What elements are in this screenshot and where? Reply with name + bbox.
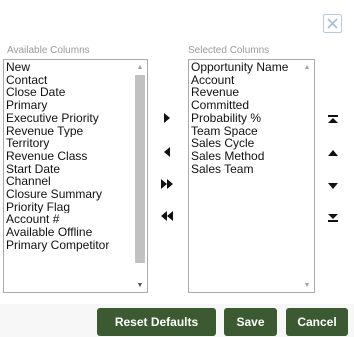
list-item[interactable]: Account <box>190 74 300 87</box>
list-item[interactable]: Committed <box>190 99 300 112</box>
move-all-left-button[interactable] <box>156 205 178 227</box>
list-item[interactable]: Revenue <box>190 86 300 99</box>
list-item[interactable]: Opportunity Name <box>190 61 300 74</box>
move-left-icon <box>164 147 170 157</box>
move-all-right-button[interactable] <box>156 173 178 195</box>
list-item[interactable]: Priority Flag <box>5 201 133 214</box>
cancel-button[interactable]: Cancel <box>286 308 348 336</box>
move-to-bottom-icon <box>328 214 338 222</box>
list-item[interactable]: Primary <box>5 99 133 112</box>
move-right-icon <box>164 113 170 123</box>
list-item[interactable]: Channel <box>5 175 133 188</box>
move-down-button[interactable] <box>322 175 344 197</box>
selected-scrollbar[interactable]: ▲ ▼ <box>300 60 314 292</box>
list-item[interactable]: Executive Priority <box>5 112 133 125</box>
move-to-bottom-button[interactable] <box>322 207 344 229</box>
list-item[interactable]: Territory <box>5 137 133 150</box>
close-x-icon <box>327 18 338 29</box>
move-to-top-icon <box>328 115 338 123</box>
move-up-button[interactable] <box>322 142 344 164</box>
save-button[interactable]: Save <box>224 308 277 336</box>
list-item[interactable]: Revenue Type <box>5 125 133 138</box>
scroll-down-arrow-icon[interactable]: ▼ <box>300 278 314 292</box>
close-button[interactable] <box>323 14 342 33</box>
move-left-button[interactable] <box>156 141 178 163</box>
list-item[interactable]: Team Space <box>190 125 300 138</box>
move-to-top-button[interactable] <box>322 108 344 130</box>
list-item[interactable]: Available Offline <box>5 226 133 239</box>
move-down-icon <box>328 183 338 189</box>
move-all-right-icon <box>161 179 173 189</box>
selected-columns-list[interactable]: Opportunity Name Account Revenue Committ… <box>188 59 315 293</box>
list-item[interactable]: New <box>5 61 133 74</box>
list-item[interactable]: Sales Cycle <box>190 137 300 150</box>
list-item[interactable]: Revenue Class <box>5 150 133 163</box>
move-right-button[interactable] <box>156 107 178 129</box>
scroll-up-arrow-icon[interactable]: ▲ <box>133 60 147 74</box>
available-columns-label: Available Columns <box>7 45 90 56</box>
list-item[interactable]: Probability % <box>190 112 300 125</box>
scroll-down-arrow-icon[interactable]: ▼ <box>133 278 147 292</box>
available-scrollbar[interactable]: ▲ ▼ <box>133 60 147 292</box>
list-item[interactable]: Close Date <box>5 86 133 99</box>
list-item[interactable]: Start Date <box>5 163 133 176</box>
list-item[interactable]: Contact <box>5 74 133 87</box>
list-item[interactable]: Closure Summary <box>5 188 133 201</box>
move-all-left-icon <box>161 211 173 221</box>
scroll-up-arrow-icon[interactable]: ▲ <box>300 60 314 74</box>
reset-defaults-button[interactable]: Reset Defaults <box>97 308 216 336</box>
move-up-icon <box>328 150 338 156</box>
list-item[interactable]: Sales Method <box>190 150 300 163</box>
scroll-thumb[interactable] <box>135 75 145 263</box>
list-item[interactable]: Account # <box>5 213 133 226</box>
selected-columns-label: Selected Columns <box>188 45 270 56</box>
available-columns-list[interactable]: New Contact Close Date Primary Executive… <box>3 59 148 293</box>
list-item[interactable]: Sales Team <box>190 163 300 176</box>
list-item[interactable]: Primary Competitor <box>5 239 133 252</box>
